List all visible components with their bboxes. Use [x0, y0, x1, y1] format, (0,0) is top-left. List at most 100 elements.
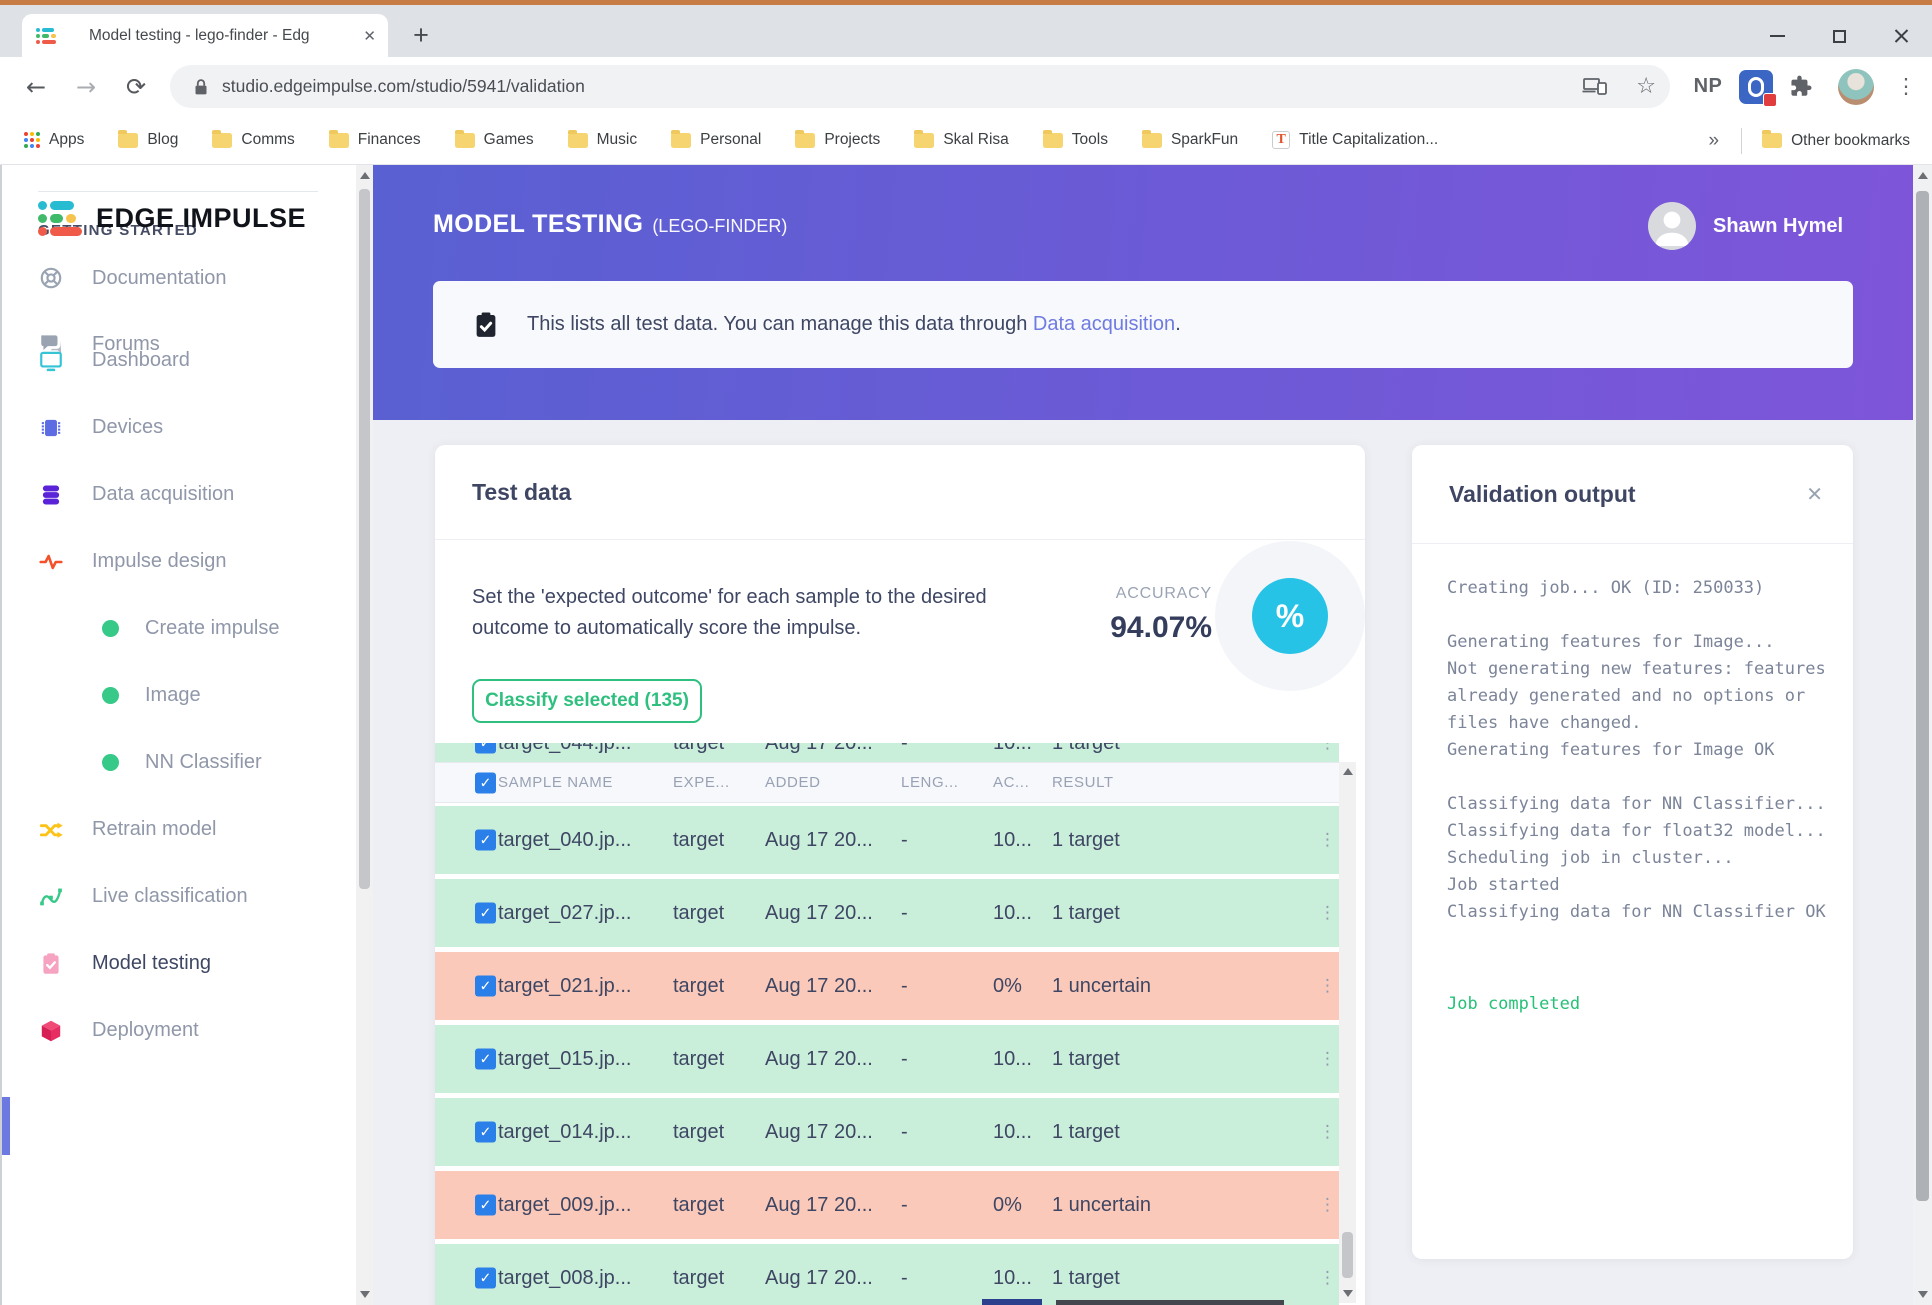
- column-header[interactable]: AC...: [993, 763, 1029, 802]
- url-text[interactable]: studio.edgeimpulse.com/studio/5941/valid…: [222, 76, 585, 97]
- column-header[interactable]: ADDED: [765, 763, 821, 802]
- column-header[interactable]: RESULT: [1052, 763, 1114, 802]
- row-menu-icon[interactable]: ⋮: [1319, 743, 1336, 762]
- sidebar-item-image[interactable]: Image: [2, 662, 356, 729]
- browser-tab[interactable]: Model testing - lego-finder - Edg ✕: [22, 14, 388, 57]
- bookmark-folder[interactable]: Games: [454, 129, 534, 149]
- other-bookmarks-button[interactable]: Other bookmarks: [1762, 130, 1910, 150]
- row-checkbox[interactable]: ✓: [475, 902, 496, 924]
- table-row[interactable]: ✓ target_027.jp... target Aug 17 20... -…: [435, 879, 1339, 947]
- close-icon[interactable]: ✕: [1806, 482, 1823, 506]
- notion-extension-icon[interactable]: NP: [1686, 57, 1730, 116]
- user-menu[interactable]: Shawn Hymel: [1648, 202, 1843, 250]
- bookmark-folder[interactable]: Skal Risa: [914, 129, 1009, 149]
- bookmark-title-capitalization[interactable]: T Title Capitalization...: [1272, 131, 1438, 149]
- back-button[interactable]: ←: [14, 57, 58, 116]
- table-row[interactable]: ✓ target_040.jp... target Aug 17 20... -…: [435, 806, 1339, 874]
- reload-button[interactable]: ⟳: [114, 57, 158, 116]
- bookmark-folder[interactable]: Tools: [1042, 129, 1108, 149]
- browser-menu-icon[interactable]: ⋮: [1884, 57, 1928, 116]
- bookmark-folder[interactable]: Projects: [795, 129, 880, 149]
- sidebar-scrollbar[interactable]: [356, 165, 373, 1305]
- row-menu-icon[interactable]: ⋮: [1319, 1244, 1336, 1305]
- select-all-checkbox[interactable]: ✓: [475, 772, 496, 793]
- sidebar-item-documentation[interactable]: Documentation: [2, 245, 356, 311]
- browser-tab-bar: Model testing - lego-finder - Edg ✕ +: [0, 5, 1932, 57]
- bookmarks-overflow-icon[interactable]: »: [1709, 130, 1720, 152]
- table-row[interactable]: ✓ target_044.jp... target Aug 17 20... -…: [435, 743, 1339, 762]
- window-maximize-button[interactable]: [1808, 10, 1870, 62]
- table-scrollbar[interactable]: [1339, 762, 1356, 1303]
- column-header[interactable]: LENG...: [901, 763, 959, 802]
- bookmark-star-icon[interactable]: ☆: [1636, 74, 1656, 99]
- row-checkbox[interactable]: ✓: [475, 1121, 496, 1143]
- scrollbar-thumb[interactable]: [1916, 191, 1929, 1201]
- data-acquisition-link[interactable]: Data acquisition: [1033, 313, 1175, 335]
- bookmark-folder[interactable]: Personal: [671, 129, 761, 149]
- scrollbar-thumb[interactable]: [1342, 1232, 1353, 1278]
- folder-icon: [328, 129, 349, 148]
- window-close-button[interactable]: [1870, 10, 1932, 62]
- scrolled-row-sliver: ✓ target_044.jp... target Aug 17 20... -…: [435, 743, 1339, 762]
- table-row[interactable]: ✓ target_014.jp... target Aug 17 20... -…: [435, 1098, 1339, 1166]
- bookmark-folder[interactable]: Comms: [212, 129, 295, 149]
- classify-selected-button[interactable]: Classify selected (135): [472, 679, 702, 723]
- scroll-up-icon[interactable]: [1342, 768, 1353, 775]
- scrollbar-thumb[interactable]: [359, 189, 370, 889]
- password-extension-icon[interactable]: [1739, 70, 1777, 107]
- page-scrollbar[interactable]: [1913, 165, 1932, 1305]
- clipboard-check-icon: [476, 312, 496, 337]
- scroll-down-icon[interactable]: [359, 1291, 370, 1298]
- new-tab-button[interactable]: +: [404, 19, 438, 53]
- browser-profile-avatar[interactable]: [1838, 69, 1874, 105]
- table-row[interactable]: ✓ target_008.jp... target Aug 17 20... -…: [435, 1244, 1339, 1305]
- sidebar-item-data-acquisition[interactable]: Data acquisition: [2, 461, 356, 528]
- length-value: -: [901, 974, 908, 997]
- row-menu-icon[interactable]: ⋮: [1319, 1098, 1336, 1166]
- row-checkbox[interactable]: ✓: [475, 829, 496, 851]
- table-row[interactable]: ✓ target_021.jp... target Aug 17 20... -…: [435, 952, 1339, 1020]
- row-menu-icon[interactable]: ⋮: [1319, 1171, 1336, 1239]
- forward-button[interactable]: →: [64, 57, 108, 116]
- table-row[interactable]: ✓ target_015.jp... target Aug 17 20... -…: [435, 1025, 1339, 1093]
- sidebar-item-retrain-model[interactable]: Retrain model: [2, 796, 356, 863]
- row-menu-icon[interactable]: ⋮: [1319, 879, 1336, 947]
- sidebar-item-impulse-design[interactable]: Impulse design: [2, 528, 356, 595]
- row-menu-icon[interactable]: ⋮: [1319, 1025, 1336, 1093]
- bookmark-folder[interactable]: Blog: [118, 129, 178, 149]
- row-checkbox[interactable]: ✓: [475, 975, 496, 997]
- scroll-up-icon[interactable]: [359, 172, 370, 179]
- column-header[interactable]: SAMPLE NAME: [498, 763, 613, 802]
- row-checkbox[interactable]: ✓: [475, 1267, 496, 1289]
- bookmark-apps[interactable]: Apps: [24, 131, 84, 149]
- sidebar-item-dashboard[interactable]: Dashboard: [2, 327, 356, 394]
- edge-impulse-logo[interactable]: EDGE IMPULSE: [38, 201, 306, 236]
- sidebar-item-create-impulse[interactable]: Create impulse: [2, 595, 356, 662]
- table-row[interactable]: ✓ target_009.jp... target Aug 17 20... -…: [435, 1171, 1339, 1239]
- column-header[interactable]: EXPE...: [673, 763, 730, 802]
- row-checkbox[interactable]: ✓: [475, 1194, 496, 1216]
- tab-close-icon[interactable]: ✕: [363, 27, 376, 45]
- accuracy-cell: 0%: [993, 974, 1022, 997]
- bookmark-folder[interactable]: SparkFun: [1141, 129, 1238, 149]
- scroll-up-icon[interactable]: [1917, 172, 1928, 179]
- row-menu-icon[interactable]: ⋮: [1319, 952, 1336, 1020]
- sidebar-item-devices[interactable]: Devices: [2, 394, 356, 461]
- folder-icon: [1042, 129, 1063, 148]
- row-checkbox[interactable]: ✓: [475, 1048, 496, 1070]
- sidebar-item-nn-classifier[interactable]: NN Classifier: [2, 729, 356, 796]
- row-checkbox[interactable]: ✓: [475, 743, 496, 754]
- sidebar-item-live-classification[interactable]: Live classification: [2, 863, 356, 930]
- scroll-down-icon[interactable]: [1342, 1290, 1353, 1297]
- send-to-devices-icon[interactable]: [1582, 74, 1608, 98]
- row-menu-icon[interactable]: ⋮: [1319, 806, 1336, 874]
- sidebar-item-deployment[interactable]: Deployment: [2, 997, 356, 1064]
- sidebar-item-model-testing[interactable]: Model testing: [2, 930, 356, 997]
- scroll-down-icon[interactable]: [1917, 1291, 1928, 1298]
- bookmark-folder[interactable]: Music: [567, 129, 637, 149]
- user-avatar[interactable]: [1648, 202, 1696, 250]
- window-minimize-button[interactable]: [1746, 10, 1808, 62]
- bookmark-folder[interactable]: Finances: [328, 129, 421, 149]
- extensions-puzzle-icon[interactable]: [1788, 74, 1813, 99]
- address-bar[interactable]: studio.edgeimpulse.com/studio/5941/valid…: [170, 65, 1670, 108]
